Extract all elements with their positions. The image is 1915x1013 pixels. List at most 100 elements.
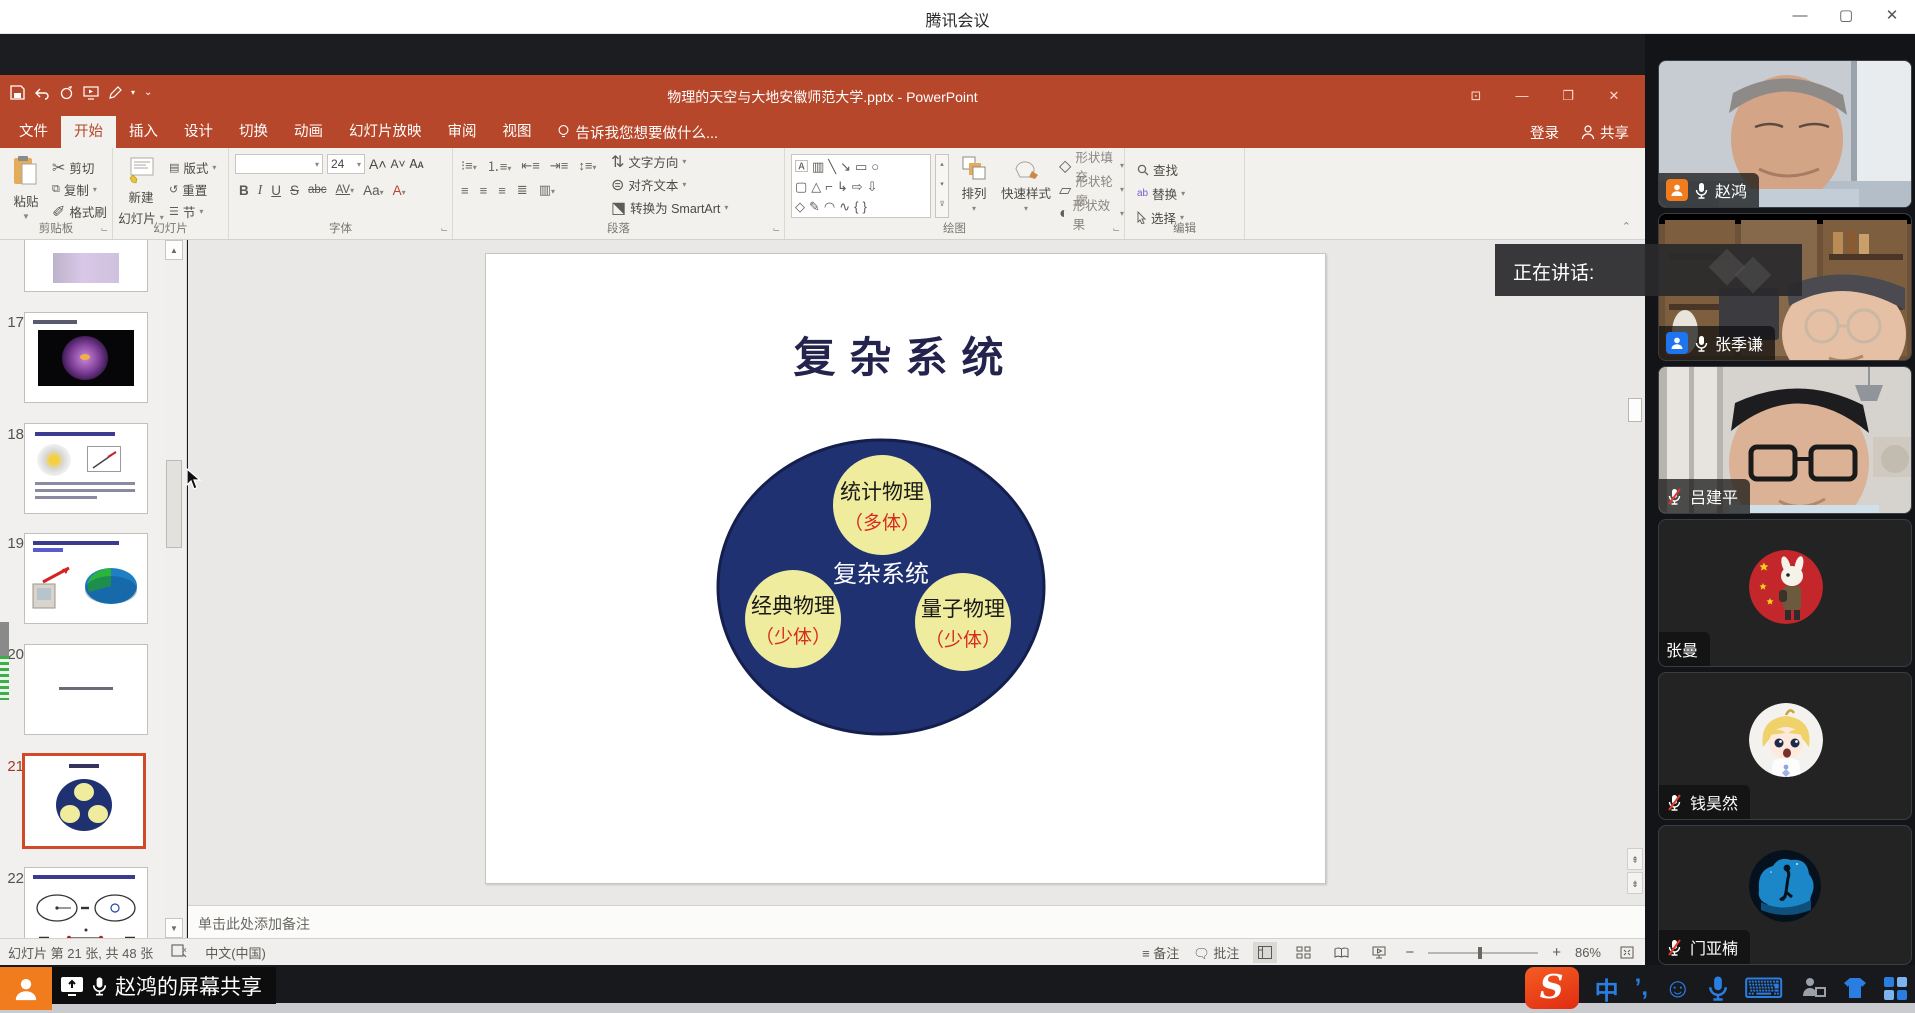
reading-view-icon[interactable]: [1329, 942, 1353, 963]
section-button[interactable]: ☰节▾: [169, 202, 216, 221]
decrease-indent-button[interactable]: ⇤≡: [521, 158, 539, 174]
video-tile-zhaohong[interactable]: 赵鸿: [1658, 60, 1912, 208]
italic-button[interactable]: I: [258, 182, 263, 198]
scroll-down-icon[interactable]: ▼: [165, 918, 183, 938]
thumbnail-slide-17[interactable]: [24, 312, 148, 403]
editor-scrollbar-thumb[interactable]: [1628, 398, 1642, 422]
align-text-button[interactable]: ⊜对齐文本▾: [611, 175, 728, 194]
comments-button[interactable]: 🗨 批注: [1193, 943, 1239, 962]
drawing-dialog-launcher-icon[interactable]: ⌙: [1112, 224, 1120, 235]
notes-button[interactable]: ≡ 备注: [1142, 943, 1179, 962]
thumbnail-scrollbar-thumb[interactable]: [166, 460, 182, 548]
clear-format-button[interactable]: 🗛: [410, 157, 424, 172]
layout-button[interactable]: ▤版式▾: [169, 158, 216, 177]
maximize-icon[interactable]: ▢: [1823, 0, 1869, 34]
paragraph-dialog-launcher-icon[interactable]: ⌙: [772, 224, 780, 235]
tab-review[interactable]: 审阅: [435, 116, 490, 148]
text-direction-button[interactable]: ⇅文字方向▾: [611, 152, 728, 171]
format-painter-button[interactable]: ✐格式刷: [52, 202, 107, 221]
thumbnail-slide-20[interactable]: [24, 644, 148, 735]
notes-pane[interactable]: 单击此处添加备注: [188, 905, 1645, 938]
input-mode-icon[interactable]: 中: [1595, 971, 1619, 1006]
char-spacing-button[interactable]: AV▾: [336, 184, 355, 196]
clipboard-dialog-launcher-icon[interactable]: ⌙: [100, 224, 108, 235]
emoji-icon[interactable]: ☺: [1664, 973, 1692, 1004]
align-center-button[interactable]: ≡: [480, 183, 488, 198]
tab-slideshow[interactable]: 幻灯片放映: [336, 116, 435, 148]
copy-button[interactable]: ⧉复制▾: [52, 180, 107, 199]
change-case-button[interactable]: Aa▾: [363, 183, 384, 198]
language-indicator[interactable]: 中文(中国): [205, 943, 266, 962]
font-name-select[interactable]: ▾: [235, 154, 323, 174]
line-spacing-button[interactable]: ↕≡▾: [578, 158, 596, 173]
share-button[interactable]: 共享: [1581, 122, 1629, 143]
tab-insert[interactable]: 插入: [116, 116, 171, 148]
tab-animations[interactable]: 动画: [281, 116, 336, 148]
shapes-gallery-scroll[interactable]: ▴▾⊽: [935, 154, 949, 218]
passthrough-icon[interactable]: [1800, 976, 1826, 1000]
bold-button[interactable]: B: [239, 183, 249, 198]
ppt-minimize-icon[interactable]: —: [1499, 75, 1545, 116]
align-right-button[interactable]: ≡: [498, 183, 506, 198]
tab-design[interactable]: 设计: [171, 116, 226, 148]
video-tile-qianhaoran[interactable]: 钱昊然: [1658, 672, 1912, 820]
justify-button[interactable]: ≣: [517, 182, 528, 198]
replace-button[interactable]: ab替换▾: [1137, 184, 1244, 203]
arrange-button[interactable]: 排列▾: [953, 152, 995, 213]
fit-to-window-icon[interactable]: [1615, 942, 1639, 963]
skin-icon[interactable]: [1842, 976, 1868, 1000]
font-color-button[interactable]: A▾: [393, 183, 406, 198]
sign-in-button[interactable]: 登录: [1530, 122, 1559, 143]
tellme-box[interactable]: 告诉我您想要做什么...: [545, 116, 731, 148]
keyboard-icon[interactable]: ⌨: [1744, 972, 1784, 1005]
thumbnail-scrollbar[interactable]: ▲ ▼: [165, 240, 183, 938]
screen-share-banner[interactable]: 赵鸿的屏幕共享: [52, 967, 276, 1004]
grow-font-button[interactable]: A˄: [369, 156, 387, 172]
video-tile-menyanan[interactable]: 门亚楠: [1658, 825, 1912, 965]
zoom-level[interactable]: 86%: [1575, 945, 1601, 960]
thumbnail-slide-16[interactable]: [24, 240, 148, 292]
thumbnail-slide-18[interactable]: [24, 423, 148, 514]
tab-home[interactable]: 开始: [61, 116, 116, 148]
zoom-slider[interactable]: [1428, 952, 1538, 954]
bullets-button[interactable]: ⁝≡▾: [461, 158, 477, 174]
font-size-select[interactable]: 24▾: [327, 154, 365, 174]
columns-button[interactable]: ▥▾: [539, 182, 555, 198]
notes-toggle-icon[interactable]: x: [171, 944, 187, 961]
tab-transitions[interactable]: 切换: [226, 116, 281, 148]
collapse-ribbon-icon[interactable]: ⌃: [1622, 220, 1631, 233]
next-slide-icon[interactable]: ⇟: [1627, 872, 1643, 894]
find-button[interactable]: 查找: [1137, 160, 1244, 179]
ppt-close-icon[interactable]: ✕: [1591, 75, 1637, 116]
ribbon-display-options-icon[interactable]: ⊡: [1453, 75, 1499, 116]
quick-styles-button[interactable]: 快速样式▾: [997, 152, 1055, 213]
tab-view[interactable]: 视图: [490, 116, 545, 148]
paste-button[interactable]: 粘贴 ▼: [0, 152, 52, 221]
sogou-logo-icon[interactable]: S: [1525, 967, 1579, 1009]
close-icon[interactable]: ✕: [1869, 0, 1915, 34]
video-tile-zhangman[interactable]: 张曼: [1658, 519, 1912, 667]
punctuation-icon[interactable]: ’,: [1635, 974, 1648, 1002]
voice-input-icon[interactable]: [1708, 974, 1728, 1002]
cut-button[interactable]: ✂剪切: [52, 158, 107, 177]
normal-view-icon[interactable]: [1253, 942, 1277, 963]
slideshow-view-icon[interactable]: [1367, 942, 1391, 963]
increase-indent-button[interactable]: ⇥≡: [550, 158, 568, 174]
align-left-button[interactable]: ≡: [461, 183, 469, 198]
reset-button[interactable]: ↺重置: [169, 180, 216, 199]
toolbox-icon[interactable]: [1884, 977, 1907, 1000]
thumbnail-slide-21[interactable]: [22, 753, 146, 849]
minimize-icon[interactable]: —: [1777, 0, 1823, 34]
abc-strike-button[interactable]: abc: [308, 184, 327, 196]
new-slide-button[interactable]: 新建 幻灯片▾: [113, 152, 169, 227]
ppt-restore-icon[interactable]: ❐: [1545, 75, 1591, 116]
previous-slide-icon[interactable]: ⇞: [1627, 848, 1643, 870]
thumbnail-slide-22[interactable]: [24, 867, 148, 938]
font-dialog-launcher-icon[interactable]: ⌙: [440, 224, 448, 235]
shrink-font-button[interactable]: A˅: [391, 157, 406, 171]
smartart-button[interactable]: ⬔转换为 SmartArt▾: [611, 198, 728, 217]
slide-canvas[interactable]: 复杂系统 统计物理 （多体） 复杂系统 经典物理 （少体） 量子物理 （少体）: [485, 253, 1326, 884]
numbering-button[interactable]: ⒈≡▾: [487, 156, 512, 175]
scroll-up-icon[interactable]: ▲: [165, 240, 183, 260]
underline-button[interactable]: U: [271, 183, 281, 198]
